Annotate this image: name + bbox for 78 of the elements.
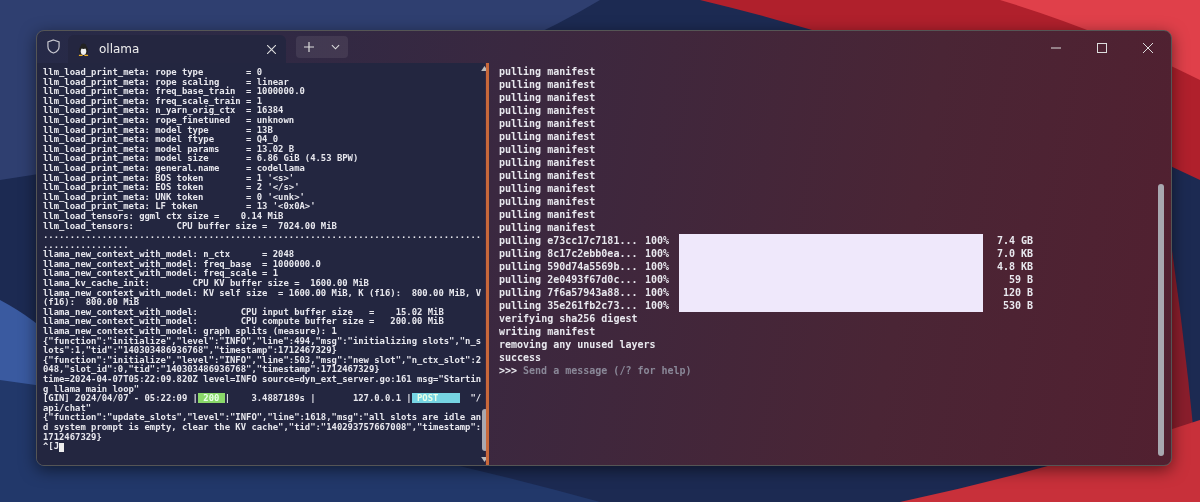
terminal-line: pulling manifest bbox=[499, 91, 597, 104]
terminal-line: pulling manifest bbox=[499, 130, 597, 143]
layer-name: pulling e73cc17c7181... bbox=[499, 234, 639, 247]
terminal-line: pulling manifest bbox=[499, 208, 597, 221]
layer-name: pulling 8c17c2ebb0ea... bbox=[499, 247, 639, 260]
layer-size: 59 B bbox=[1007, 273, 1033, 286]
terminal-line: time=2024-04-07T05:22:09.820Z level=INFO source=dyn_ext_server.go:161 msg="Starting llama main loop" bbox=[43, 375, 482, 394]
layer-size: 120 B bbox=[1001, 286, 1033, 299]
layer-name: pulling 2e0493f67d0c... bbox=[499, 273, 639, 286]
terminal-line: pulling manifest bbox=[499, 182, 597, 195]
terminal-line: llama_new_context_with_model: n_ctx = 2048 bbox=[43, 250, 296, 260]
terminal-text: ^[J bbox=[43, 441, 60, 452]
layer-name: pulling 590d74a5569b... bbox=[499, 260, 639, 273]
layer-size: 7.0 KB bbox=[995, 247, 1033, 260]
terminal-line: llm_load_print_meta: freq_base_train = 1000000.0 bbox=[43, 87, 306, 97]
terminal-line: llama_kv_cache_init: CPU KV buffer size = 1600.00 MiB bbox=[43, 279, 370, 289]
terminal-line: .................................................................................................. bbox=[43, 231, 482, 250]
terminal-line: pulling manifest bbox=[499, 117, 597, 130]
terminal-line: llm_load_print_meta: rope type = 0 bbox=[43, 68, 264, 77]
terminal-line: pulling manifest bbox=[499, 143, 597, 156]
terminal-line: {"function":"update_slots","level":"INFO","line":1618,"msg":"all slots are idle and system prompt is empty, clear the KV cache","tid":"140293757667008","timestamp":1712467329} bbox=[43, 413, 482, 442]
terminal-line: llama_new_context_with_model: graph splits (measure): 1 bbox=[43, 327, 337, 337]
terminal-line: pulling manifest bbox=[499, 169, 597, 182]
terminal-line: llm_load_print_meta: model type = 13B bbox=[43, 125, 274, 135]
terminal-line: removing any unused layers bbox=[499, 338, 657, 351]
terminal-line: llm_load_print_meta: model size = 6.86 GiB (4.53 BPW) bbox=[43, 154, 360, 164]
layer-size: 530 B bbox=[1001, 299, 1033, 312]
prompt-symbol: >>> bbox=[499, 364, 518, 377]
close-icon bbox=[1143, 43, 1153, 53]
terminal-line: pulling manifest bbox=[499, 65, 597, 78]
layer-name: pulling 7f6a57943a88... bbox=[499, 286, 639, 299]
terminal-line: {"function":"initialize","level":"INFO","line":494,"msg":"initializing slots","n_slots":1,"tid":"140303486936768","timestamp":1712467329} bbox=[43, 336, 482, 356]
layer-size: 4.8 KB bbox=[995, 260, 1033, 273]
terminal-line: llama_new_context_with_model: CPU compute buffer size = 200.00 MiB bbox=[43, 317, 445, 327]
progress-percent: 100% bbox=[645, 247, 671, 260]
terminal-line: llm_load_print_meta: general.name = codellama bbox=[43, 163, 306, 173]
terminal-line: pulling manifest bbox=[499, 104, 597, 117]
progress-percent: 100% bbox=[645, 234, 671, 247]
layer-size: 7.4 GB bbox=[995, 234, 1033, 247]
terminal-line: pulling manifest bbox=[499, 156, 597, 169]
terminal-line: llm_load_print_meta: freq_scale_train = 1 bbox=[43, 96, 264, 106]
terminal-line: llama_new_context_with_model: CPU input buffer size = 15.02 MiB bbox=[43, 307, 445, 317]
terminal-line: llm_load_print_meta: BOS token = 1 '<s>' bbox=[43, 173, 296, 183]
terminal-line: llm_load_print_meta: EOS token = 2 '</s>' bbox=[43, 183, 301, 193]
terminal-line: success bbox=[499, 351, 543, 364]
penguin-icon bbox=[78, 42, 89, 56]
terminal-tab[interactable]: ollama bbox=[68, 35, 286, 63]
plus-icon bbox=[304, 42, 314, 52]
terminal-line: llm_load_tensors: ggml ctx size = 0.14 MiB bbox=[43, 211, 284, 222]
progress-percent: 100% bbox=[645, 299, 671, 312]
maximize-icon bbox=[1097, 43, 1107, 53]
terminal-line: llm_load_print_meta: rope scaling = linear bbox=[43, 77, 290, 87]
progress-percent: 100% bbox=[645, 260, 671, 273]
layer-name: pulling 35e261fb2c73... bbox=[499, 299, 639, 312]
terminal-line: [GIN] 2024/04/07 - 05:22:09 | 200 | 3.4887189s | 127.0.0.1 | POST "/api/chat" bbox=[43, 394, 482, 413]
progress-percent: 100% bbox=[645, 286, 671, 299]
tab-title: ollama bbox=[99, 42, 141, 56]
terminal-line: writing manifest bbox=[499, 325, 597, 338]
terminal-line: llama_new_context_with_model: freq_scale = 1 bbox=[43, 269, 279, 279]
terminal-line: llm_load_print_meta: rope_finetuned = unknown bbox=[43, 115, 296, 125]
shield-icon[interactable] bbox=[47, 39, 60, 54]
terminal-line: llm_load_print_meta: n_yarn_orig_ctx = 16384 bbox=[43, 106, 285, 116]
message-input[interactable]: Send a message (/? for help) bbox=[523, 364, 1155, 377]
scroll-thumb[interactable] bbox=[1158, 184, 1164, 456]
terminal-line: llm_load_print_meta: LF token = 13 '<0x0A>' bbox=[43, 202, 317, 212]
terminal-line: llm_load_print_meta: model ftype = Q4_0 bbox=[43, 135, 280, 145]
text-cursor bbox=[59, 442, 65, 452]
terminal-line: llm_load_print_meta: UNK token = 0 '<unk>' bbox=[43, 192, 306, 202]
terminal-line: pulling manifest bbox=[499, 221, 597, 234]
terminal-line: llama_new_context_with_model: freq_base = 1000000.0 bbox=[43, 259, 322, 269]
close-icon[interactable] bbox=[267, 44, 276, 54]
terminal-line: llm_load_print_meta: model params = 13.02 B bbox=[43, 144, 295, 154]
progress-percent: 100% bbox=[645, 273, 671, 286]
chevron-down-icon bbox=[330, 44, 340, 50]
terminal-line: pulling manifest bbox=[499, 195, 597, 208]
terminal-line: llm_load_tensors: CPU buffer size = 7024.00 MiB bbox=[43, 221, 338, 232]
terminal-line: pulling manifest bbox=[499, 78, 597, 91]
terminal-line: verifying sha256 digest bbox=[499, 312, 639, 325]
